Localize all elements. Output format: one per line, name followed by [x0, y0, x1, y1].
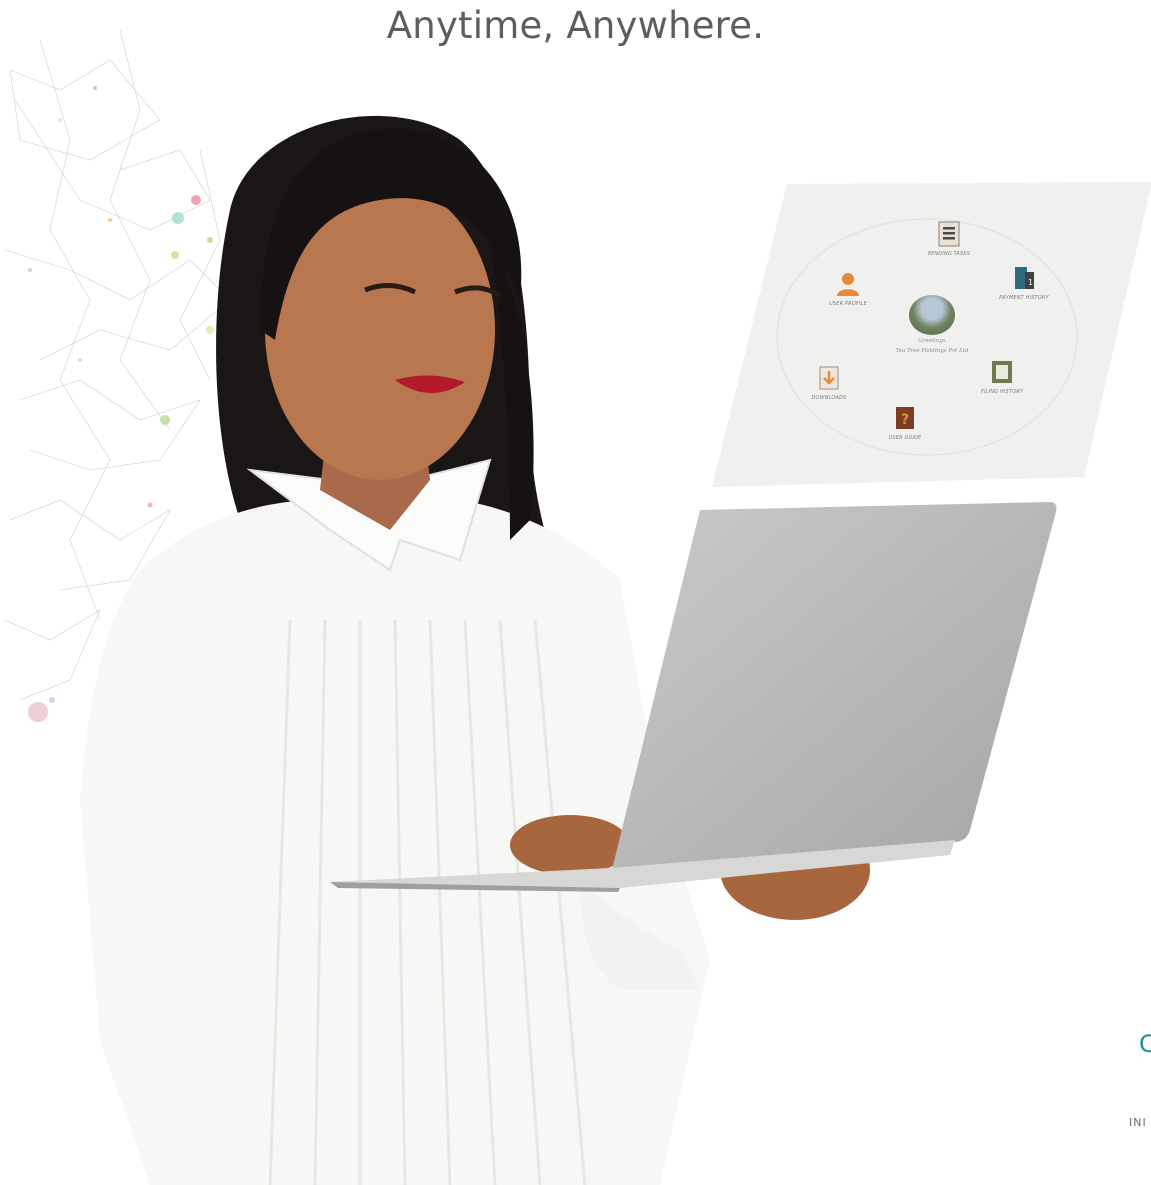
pending-tasks-icon [938, 221, 960, 247]
tagline-heading: Anytime, Anywhere. [386, 4, 765, 47]
payment-history-icon: 1 [1015, 267, 1034, 289]
brand-logo-fragment: C [1139, 1030, 1151, 1058]
svg-text:?: ? [901, 412, 909, 428]
user-guide-icon: ? [896, 407, 914, 429]
menu-downloads[interactable]: DOWNLOADS [784, 364, 874, 401]
greeting-text: Greetings [918, 338, 946, 344]
brand-subtitle-fragment: INI [1129, 1116, 1147, 1129]
menu-filing-history[interactable]: FILING HISTORY [957, 358, 1047, 395]
laptop-device [330, 502, 1057, 892]
menu-user-guide[interactable]: ? USER GUIDE [860, 404, 950, 441]
company-avatar-image [909, 295, 955, 335]
filing-history-icon [992, 361, 1012, 383]
svg-text:1: 1 [1028, 278, 1033, 287]
menu-pending-tasks[interactable]: PENDING TASKS [904, 220, 994, 257]
company-name: Tea Tree Holdings Pvt Ltd [895, 348, 969, 354]
downloads-icon [819, 366, 839, 390]
menu-payment-history[interactable]: 1 PAYMENT HISTORY [979, 264, 1069, 301]
user-profile-icon [837, 273, 859, 296]
company-greeting-card: Greetings Tea Tree Holdings Pvt Ltd [887, 295, 977, 355]
menu-user-profile[interactable]: USER PROFILE [803, 270, 893, 307]
floating-dashboard-panel: PENDING TASKS 1 PAYMENT HISTORY FILING H… [712, 182, 1151, 487]
